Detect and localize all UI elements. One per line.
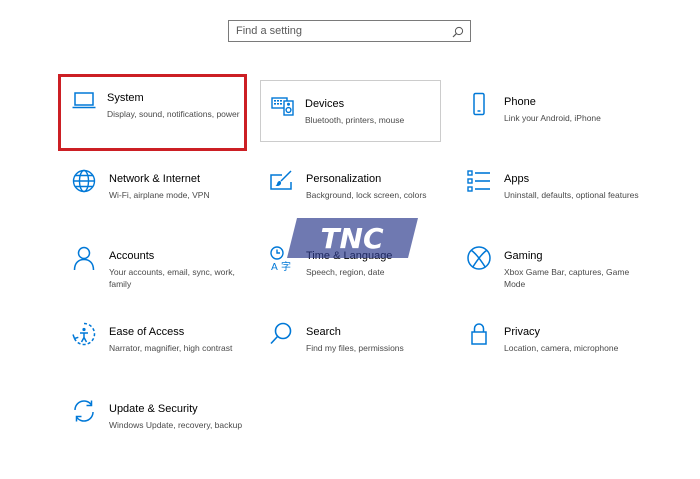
ease-of-access-icon bbox=[71, 321, 97, 347]
xbox-icon bbox=[466, 245, 492, 271]
tile-description: Background, lock screen, colors bbox=[306, 190, 427, 200]
tile-phone[interactable]: Phone Link your Android, iPhone bbox=[455, 78, 645, 148]
person-icon bbox=[71, 245, 97, 271]
tile-title: Network & Internet bbox=[109, 173, 201, 185]
tile-description: Find my files, permissions bbox=[306, 343, 404, 353]
tile-personalization[interactable]: Personalization Background, lock screen,… bbox=[257, 155, 447, 225]
tile-title: Apps bbox=[504, 173, 530, 185]
tile-title: Privacy bbox=[504, 326, 541, 338]
tile-description: Xbox Game Bar, captures, Game Mode bbox=[504, 267, 630, 289]
tile-title: Search bbox=[306, 326, 341, 338]
tile-devices[interactable]: Devices Bluetooth, printers, mouse bbox=[260, 80, 441, 142]
lock-icon bbox=[466, 321, 492, 347]
tile-privacy[interactable]: Privacy Location, camera, microphone bbox=[455, 308, 645, 378]
tile-description: Location, camera, microphone bbox=[504, 343, 619, 353]
phone-icon bbox=[466, 91, 492, 117]
keyboard-speaker-icon bbox=[270, 92, 296, 118]
tile-accounts[interactable]: Accounts Your accounts, email, sync, wor… bbox=[60, 232, 250, 302]
tile-description: Wi-Fi, airplane mode, VPN bbox=[109, 190, 210, 200]
app-list-icon bbox=[466, 168, 492, 194]
globe-icon bbox=[71, 168, 97, 194]
tile-apps[interactable]: Apps Uninstall, defaults, optional featu… bbox=[455, 155, 645, 225]
tile-update-security[interactable]: Update & Security Windows Update, recove… bbox=[60, 385, 250, 455]
watermark-text: TNC bbox=[320, 222, 384, 255]
tile-title: Gaming bbox=[504, 250, 543, 262]
tile-description: Display, sound, notifications, power bbox=[107, 109, 240, 119]
tile-network[interactable]: Network & Internet Wi-Fi, airplane mode,… bbox=[60, 155, 250, 225]
svg-text:字: 字 bbox=[281, 260, 291, 271]
tile-system[interactable]: System Display, sound, notifications, po… bbox=[58, 74, 247, 151]
tile-title: Accounts bbox=[109, 250, 155, 262]
laptop-icon bbox=[71, 87, 97, 113]
tile-description: Windows Update, recovery, backup bbox=[109, 420, 243, 430]
tnc-watermark-logo: TNC bbox=[287, 218, 418, 258]
tile-ease-of-access[interactable]: Ease of Access Narrator, magnifier, high… bbox=[60, 308, 250, 378]
tile-title: Update & Security bbox=[109, 403, 198, 415]
refresh-icon bbox=[71, 398, 97, 424]
search-box[interactable] bbox=[228, 20, 471, 42]
tile-search[interactable]: Search Find my files, permissions bbox=[257, 308, 447, 378]
search-icon bbox=[268, 321, 294, 347]
paint-brush-icon bbox=[268, 168, 294, 194]
tile-title: Personalization bbox=[306, 173, 382, 185]
search-input[interactable] bbox=[236, 23, 446, 39]
tile-description: Narrator, magnifier, high contrast bbox=[109, 343, 233, 353]
tile-title: System bbox=[107, 92, 144, 104]
tile-description: Speech, region, date bbox=[306, 267, 385, 277]
tile-gaming[interactable]: Gaming Xbox Game Bar, captures, Game Mod… bbox=[455, 232, 645, 302]
tile-description: Your accounts, email, sync, work, family bbox=[109, 267, 235, 289]
tile-title: Phone bbox=[504, 96, 536, 108]
svg-text:A: A bbox=[271, 262, 278, 271]
tile-description: Uninstall, defaults, optional features bbox=[504, 190, 639, 200]
search-icon[interactable] bbox=[452, 25, 464, 38]
tile-title: Devices bbox=[305, 98, 345, 110]
tile-title: Ease of Access bbox=[109, 326, 185, 338]
tile-description: Link your Android, iPhone bbox=[504, 113, 601, 123]
tile-description: Bluetooth, printers, mouse bbox=[305, 115, 405, 125]
